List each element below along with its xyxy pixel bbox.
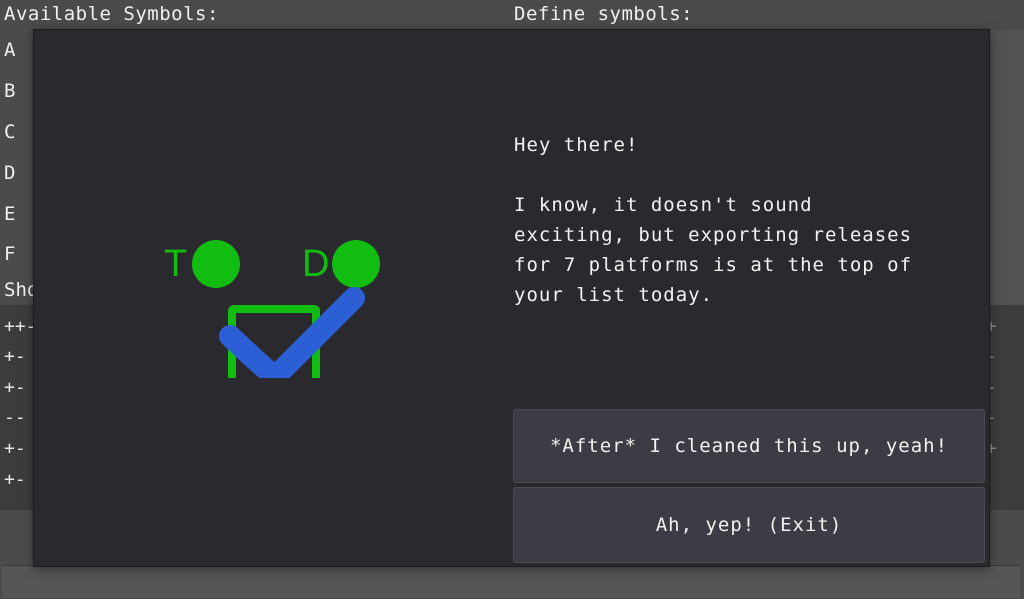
intro-dialog: T D Hey there! I know, it doesn't sound … (34, 30, 989, 566)
grid-row: +- (4, 377, 26, 398)
symbol-item[interactable]: A (4, 39, 15, 61)
symbol-item[interactable]: D (4, 162, 15, 184)
symbol-item[interactable]: F (4, 243, 15, 265)
grid-row: +- (4, 346, 26, 367)
symbol-item[interactable]: B (4, 80, 15, 102)
logo-dot-left (192, 240, 240, 288)
logo-letter-d: D (302, 243, 329, 285)
available-symbols-heading: Available Symbols: (4, 3, 219, 25)
logo-dot-right (332, 240, 380, 288)
dialog-message: Hey there! I know, it doesn't sound exci… (514, 134, 913, 306)
status-bar (2, 565, 1020, 598)
grid-row: ++- (4, 316, 37, 337)
symbol-item[interactable]: C (4, 121, 15, 143)
grid-row: +- (4, 469, 26, 490)
todo-checkbox-logo-icon: T D (164, 240, 380, 378)
choice-cleaned-up-button[interactable]: *After* I cleaned this up, yeah! (513, 409, 985, 483)
symbol-item[interactable]: E (4, 203, 15, 225)
exit-button[interactable]: Ah, yep! (Exit) (513, 487, 985, 563)
game-screen: Available Symbols: Define symbols: A B C… (0, 0, 1024, 599)
grid-row: -- (4, 407, 26, 428)
right-panel-edge (989, 30, 1024, 310)
define-symbols-heading: Define symbols: (514, 3, 694, 25)
logo-letter-t: T (164, 243, 187, 285)
grid-row: +- (4, 438, 26, 459)
